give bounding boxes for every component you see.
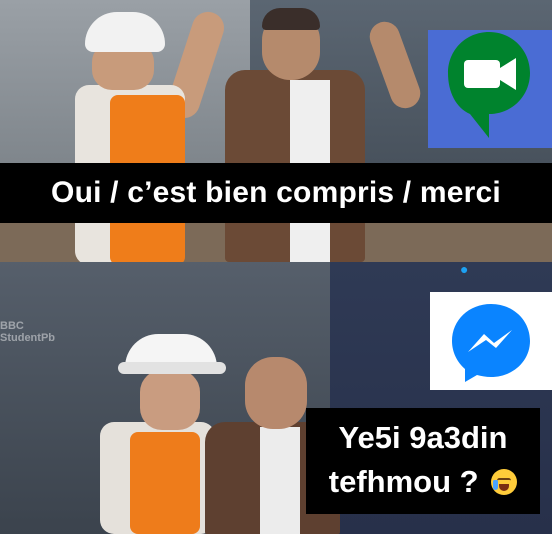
worker-face [140, 370, 200, 430]
man-shirt [260, 427, 300, 534]
broadcaster-watermark: BBC StudentPb [0, 320, 70, 356]
google-meet-tile [428, 30, 552, 148]
worker-orange-vest [130, 432, 200, 534]
top-caption: Oui / c’est bien compris / merci [0, 163, 552, 223]
google-meet-icon [446, 30, 532, 140]
twitter-bird-icon: ● [460, 261, 469, 277]
crying-laughing-emoji-icon [491, 469, 518, 495]
bottom-caption: Ye5i 9a3din tefhmou ? [306, 408, 540, 514]
bottom-caption-line1: Ye5i 9a3din [338, 420, 508, 455]
messenger-tile [430, 292, 552, 390]
watermark-line2: StudentPb [0, 332, 55, 344]
man-head [245, 357, 307, 429]
bottom-caption-line2-wrap: tefhmou ? [312, 460, 534, 504]
man-hair [262, 8, 320, 30]
bottom-caption-line2: tefhmou ? [328, 464, 479, 499]
messenger-icon [452, 304, 530, 382]
watermark-line1: BBC [0, 320, 24, 332]
worker-hat-brim [118, 362, 226, 374]
